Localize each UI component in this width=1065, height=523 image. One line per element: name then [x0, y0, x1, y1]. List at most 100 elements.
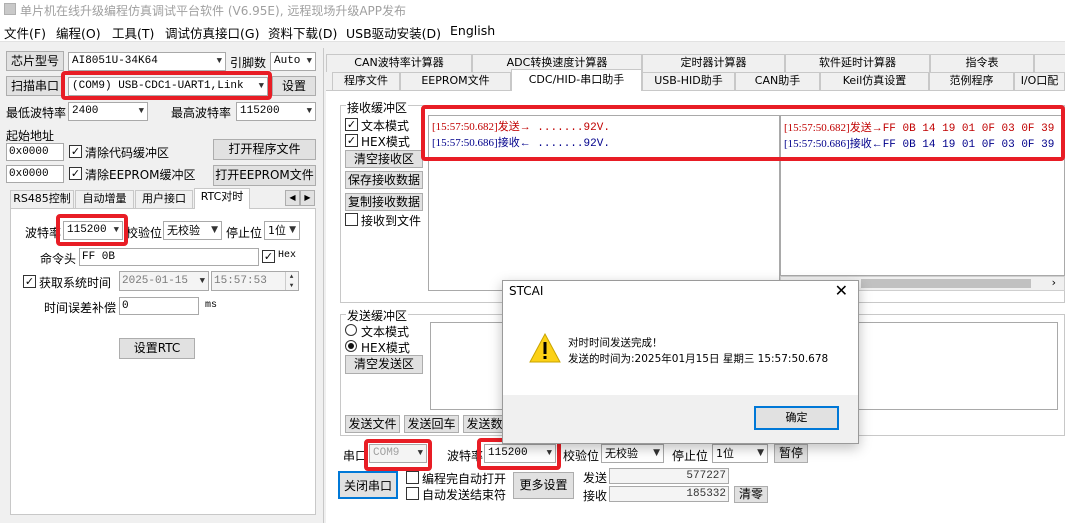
menu-file[interactable]: 文件(F) — [4, 23, 46, 42]
hex-checkbox[interactable]: ✓ — [262, 250, 275, 263]
tab-more[interactable] — [1034, 54, 1065, 72]
spinner-icon[interactable]: ▲ ▼ — [285, 272, 297, 290]
tab-user-interface[interactable]: 用户接口 — [135, 190, 193, 208]
open-eeprom-file-button[interactable]: 打开EEPROM文件 — [213, 165, 316, 186]
dialog-title-bar: STCAI ✕ — [503, 281, 858, 303]
message-dialog: STCAI ✕ 对时时间发送完成！ 发送的时间为:2025年01月15日 星期三… — [502, 280, 859, 444]
bottom-parity-label: 校验位 — [563, 449, 600, 463]
date-picker[interactable]: 2025-01-15 ▼ — [119, 271, 209, 291]
bottom-parity-select[interactable]: 无校验 ▼ — [601, 444, 664, 463]
address-field-2[interactable]: 0x0000 — [6, 165, 64, 183]
address-field-1[interactable]: 0x0000 — [6, 143, 64, 161]
pause-button[interactable]: 暂停 — [774, 444, 808, 463]
tab-can-assistant[interactable]: CAN助手 — [735, 72, 820, 90]
title-bar: 单片机在线升级编程仿真调试平台软件 (V6.95E), 远程现场升级APP发布 — [0, 0, 1065, 20]
recv-hex-mode-checkbox[interactable]: ✓ — [345, 134, 358, 147]
clear-count-button[interactable]: 清零 — [734, 486, 768, 503]
pin-count-label: 引脚数 — [230, 56, 267, 70]
time-picker[interactable]: 15:57:53 ▲ ▼ — [211, 271, 299, 291]
chevron-down-icon: ▼ — [199, 276, 205, 286]
receive-buffer-label: 接收缓冲区 — [346, 99, 409, 116]
send-hex-mode-label: HEX模式 — [361, 341, 410, 355]
rtc-stop-select[interactable]: 1位 ▼ — [264, 221, 300, 240]
max-baud-select[interactable]: 115200 ▼ — [236, 102, 316, 121]
receive-hex-area[interactable]: [15:57:50.682]发送→FF 0B 14 19 01 0F 03 0F… — [780, 115, 1065, 276]
more-settings-button[interactable]: 更多设置 — [513, 472, 574, 499]
get-system-time-checkbox[interactable]: ✓ — [23, 275, 36, 288]
rtc-baud-value: 115200 — [67, 224, 107, 236]
time-value: 15:57:53 — [214, 275, 267, 287]
hex-log-line-sent: [15:57:50.682]发送→FF 0B 14 19 01 0F 03 0F… — [784, 119, 1054, 135]
chevron-right-icon[interactable]: › — [1052, 276, 1056, 289]
tab-examples[interactable]: 范例程序 — [929, 72, 1014, 90]
auto-open-checkbox[interactable] — [406, 471, 419, 484]
copy-receive-button[interactable]: 复制接收数据 — [345, 193, 423, 211]
window-title: 单片机在线升级编程仿真调试平台软件 (V6.95E), 远程现场升级APP发布 — [20, 4, 407, 18]
bottom-port-select[interactable]: COM9 ▼ — [369, 444, 427, 463]
tab-scroll-right[interactable]: ▶ — [300, 190, 315, 206]
port-value: (COM9) USB-CDC1-UART1,Link — [72, 80, 244, 92]
receive-to-file-checkbox[interactable] — [345, 213, 358, 226]
tab-cdc-hid-serial[interactable]: CDC/HID-串口助手 — [511, 69, 642, 91]
save-receive-button[interactable]: 保存接收数据 — [345, 171, 423, 189]
tab-rtc-sync[interactable]: RTC对时 — [194, 188, 250, 209]
chevron-down-icon: ▼ — [258, 81, 264, 91]
text-log-line-received: [15:57:50.686]接收← .......92V. — [432, 134, 610, 150]
tab-eeprom-file[interactable]: EEPROM文件 — [400, 72, 511, 90]
close-port-button[interactable]: 关闭串口 — [338, 471, 398, 499]
scrollbar-thumb[interactable] — [861, 279, 1031, 288]
min-baud-label: 最低波特率 — [6, 106, 67, 120]
bottom-stop-select[interactable]: 1位 ▼ — [712, 444, 768, 463]
clear-receive-button[interactable]: 清空接收区 — [345, 150, 423, 168]
ok-button[interactable]: 确定 — [754, 406, 839, 430]
bottom-stop-label: 停止位 — [672, 449, 709, 463]
menu-debug-interface[interactable]: 调试仿真接口(G) — [165, 23, 259, 42]
close-icon[interactable]: ✕ — [835, 281, 848, 300]
menu-usb-driver[interactable]: USB驱动安装(D) — [346, 23, 441, 42]
max-baud-label: 最高波特率 — [171, 106, 232, 120]
rtc-baud-select[interactable]: 115200 ▼ — [63, 221, 123, 240]
tab-program-file[interactable]: 程序文件 — [332, 72, 400, 90]
receive-to-file-label: 接收到文件 — [361, 214, 422, 228]
chevron-down-icon: ▼ — [216, 56, 222, 66]
tab-usb-hid[interactable]: USB-HID助手 — [642, 72, 735, 90]
clear-code-buffer-checkbox[interactable]: ✓ — [69, 145, 82, 158]
tab-instruction-table[interactable]: 指令表 — [930, 54, 1034, 72]
tab-scroll-left[interactable]: ◀ — [285, 190, 300, 206]
menu-english[interactable]: English — [450, 23, 495, 38]
pin-count-select[interactable]: Auto ▼ — [270, 52, 316, 71]
menu-program[interactable]: 编程(O) — [56, 23, 101, 42]
open-program-file-button[interactable]: 打开程序文件 — [213, 139, 316, 160]
set-rtc-button[interactable]: 设置RTC — [119, 338, 195, 359]
menu-downloads[interactable]: 资料下载(D) — [268, 23, 337, 42]
error-compensation-input[interactable]: 0 — [119, 297, 199, 315]
tab-auto-increment[interactable]: 自动增量 — [75, 190, 134, 208]
cmd-header-input[interactable]: FF 0B — [79, 248, 259, 266]
send-file-button[interactable]: 发送文件 — [345, 415, 400, 433]
bottom-baud-select[interactable]: 115200 ▼ — [484, 444, 556, 463]
chevron-down-icon: ▼ — [211, 225, 218, 235]
tab-keil-sim[interactable]: Keil仿真设置 — [820, 72, 929, 90]
auto-send-end-checkbox[interactable] — [406, 487, 419, 500]
send-enter-button[interactable]: 发送回车 — [404, 415, 459, 433]
tab-can-baud-calc[interactable]: CAN波特率计算器 — [326, 54, 472, 72]
scan-port-button[interactable]: 扫描串口 — [6, 76, 64, 96]
dialog-message-line1: 对时时间发送完成！ — [568, 337, 663, 349]
dialog-message-line2: 发送的时间为:2025年01月15日 星期三 15:57:50.678 — [568, 353, 829, 365]
tab-timer-calc[interactable]: 定时器计算器 — [642, 54, 785, 72]
recv-text-mode-checkbox[interactable]: ✓ — [345, 118, 358, 131]
chevron-down-icon: ▼ — [417, 448, 423, 458]
min-baud-select[interactable]: 2400 ▼ — [68, 102, 148, 121]
tab-io-config[interactable]: I/O口配 — [1014, 72, 1065, 90]
send-text-mode-radio[interactable] — [345, 324, 357, 336]
send-hex-mode-radio[interactable] — [345, 340, 357, 352]
settings-button[interactable]: 设置 — [272, 76, 316, 96]
chip-model-select[interactable]: AI8051U-34K64 ▼ — [68, 52, 226, 71]
tab-software-delay-calc[interactable]: 软件延时计算器 — [785, 54, 930, 72]
rtc-parity-select[interactable]: 无校验 ▼ — [163, 221, 222, 240]
menu-tools[interactable]: 工具(T) — [112, 23, 154, 42]
port-select[interactable]: (COM9) USB-CDC1-UART1,Link ▼ — [68, 77, 268, 96]
tab-rs485[interactable]: RS485控制 — [10, 190, 74, 208]
clear-send-button[interactable]: 清空发送区 — [345, 355, 423, 374]
clear-eeprom-buffer-checkbox[interactable]: ✓ — [69, 167, 82, 180]
